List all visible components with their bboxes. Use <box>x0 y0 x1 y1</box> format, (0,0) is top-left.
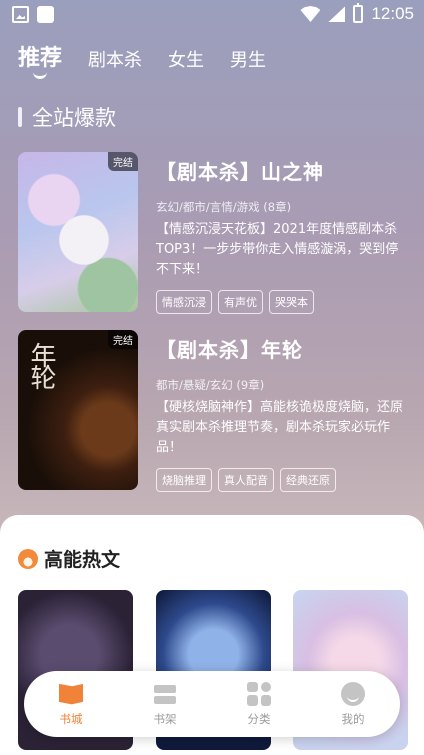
tab-label: 我的 <box>341 711 365 726</box>
system-icons: 12:05 <box>300 3 414 24</box>
book-tags: 情感沉浸 有声优 哭哭本 <box>156 290 408 314</box>
book-card[interactable]: 年轮 完结 【剧本杀】年轮 都市/悬疑/玄幻 (9章) 【硬核烧脑神作】高能核诡… <box>18 330 408 492</box>
tab-label: 分类 <box>247 711 271 726</box>
tab-script-murder[interactable]: 剧本杀 <box>88 46 142 72</box>
shopping-bag-icon <box>37 6 54 23</box>
section-marker <box>18 107 22 127</box>
tab-male[interactable]: 男生 <box>230 46 266 72</box>
tag[interactable]: 情感沉浸 <box>156 290 212 314</box>
active-tab-indicator <box>33 72 47 79</box>
book-icon <box>59 683 83 705</box>
finished-badge: 完结 <box>108 152 138 171</box>
flame-icon <box>18 548 38 569</box>
tab-bookstore[interactable]: 书城 <box>36 682 106 727</box>
hot-section-header: 高能热文 <box>18 545 120 572</box>
tag[interactable]: 哭哭本 <box>269 290 314 314</box>
image-notification-icon <box>12 6 29 23</box>
tab-label: 书城 <box>59 711 83 726</box>
signal-icon <box>328 6 346 22</box>
tab-profile[interactable]: 我的 <box>318 681 388 727</box>
finished-badge: 完结 <box>108 330 138 349</box>
tag[interactable]: 有声优 <box>218 290 263 314</box>
book-info: 【剧本杀】山之神 玄幻/都市/言情/游戏 (8章) 【情感沉浸天花板】2021年… <box>156 152 408 314</box>
tab-category[interactable]: 分类 <box>224 681 294 727</box>
bottom-tab-bar: 书城 书架 分类 我的 <box>24 671 400 737</box>
book-title[interactable]: 【剧本杀】山之神 <box>156 156 408 185</box>
category-icon <box>247 681 271 706</box>
tag[interactable]: 烧脑推理 <box>156 468 212 492</box>
tab-label: 书架 <box>153 711 177 726</box>
cover-title-art: 年轮 <box>26 342 56 386</box>
book-tags: 烧脑推理 真人配音 经典还原 <box>156 468 408 492</box>
book-genres: 玄幻/都市/言情/游戏 (8章) <box>156 200 292 214</box>
book-cover[interactable]: 完结 <box>18 152 138 312</box>
section-header: 全站爆款 <box>18 102 116 132</box>
tab-recommend[interactable]: 推荐 <box>18 40 63 79</box>
wifi-icon <box>300 6 321 22</box>
book-title[interactable]: 【剧本杀】年轮 <box>156 334 408 363</box>
profile-icon <box>341 681 365 706</box>
book-card[interactable]: 完结 【剧本杀】山之神 玄幻/都市/言情/游戏 (8章) 【情感沉浸天花板】20… <box>18 152 408 314</box>
book-description: 【硬核烧脑神作】高能核诡极度烧脑，还原真实剧本杀推理节奏，剧本杀玩家必玩作品！ <box>156 400 404 455</box>
tag[interactable]: 经典还原 <box>280 468 336 492</box>
tab-bookshelf[interactable]: 书架 <box>130 682 200 727</box>
book-description: 【情感沉浸天花板】2021年度情感剧本杀TOP3！一步步带你走入情感漩涡，哭到停… <box>156 222 399 277</box>
clock: 12:05 <box>371 4 414 23</box>
status-bar: 12:05 <box>0 0 424 30</box>
top-tabs: 推荐 剧本杀 女生 男生 <box>18 40 266 79</box>
notification-icons <box>12 6 54 23</box>
section-title: 全站爆款 <box>32 106 116 130</box>
tab-recommend-label: 推荐 <box>18 46 63 71</box>
shelf-icon <box>153 682 177 706</box>
battery-icon <box>353 3 364 23</box>
book-info: 【剧本杀】年轮 都市/悬疑/玄幻 (9章) 【硬核烧脑神作】高能核诡极度烧脑，还… <box>156 330 408 492</box>
book-cover[interactable]: 年轮 完结 <box>18 330 138 490</box>
book-genres: 都市/悬疑/玄幻 (9章) <box>156 378 265 392</box>
hot-section-title: 高能热文 <box>44 549 121 571</box>
tab-female[interactable]: 女生 <box>168 46 204 72</box>
tag[interactable]: 真人配音 <box>218 468 274 492</box>
